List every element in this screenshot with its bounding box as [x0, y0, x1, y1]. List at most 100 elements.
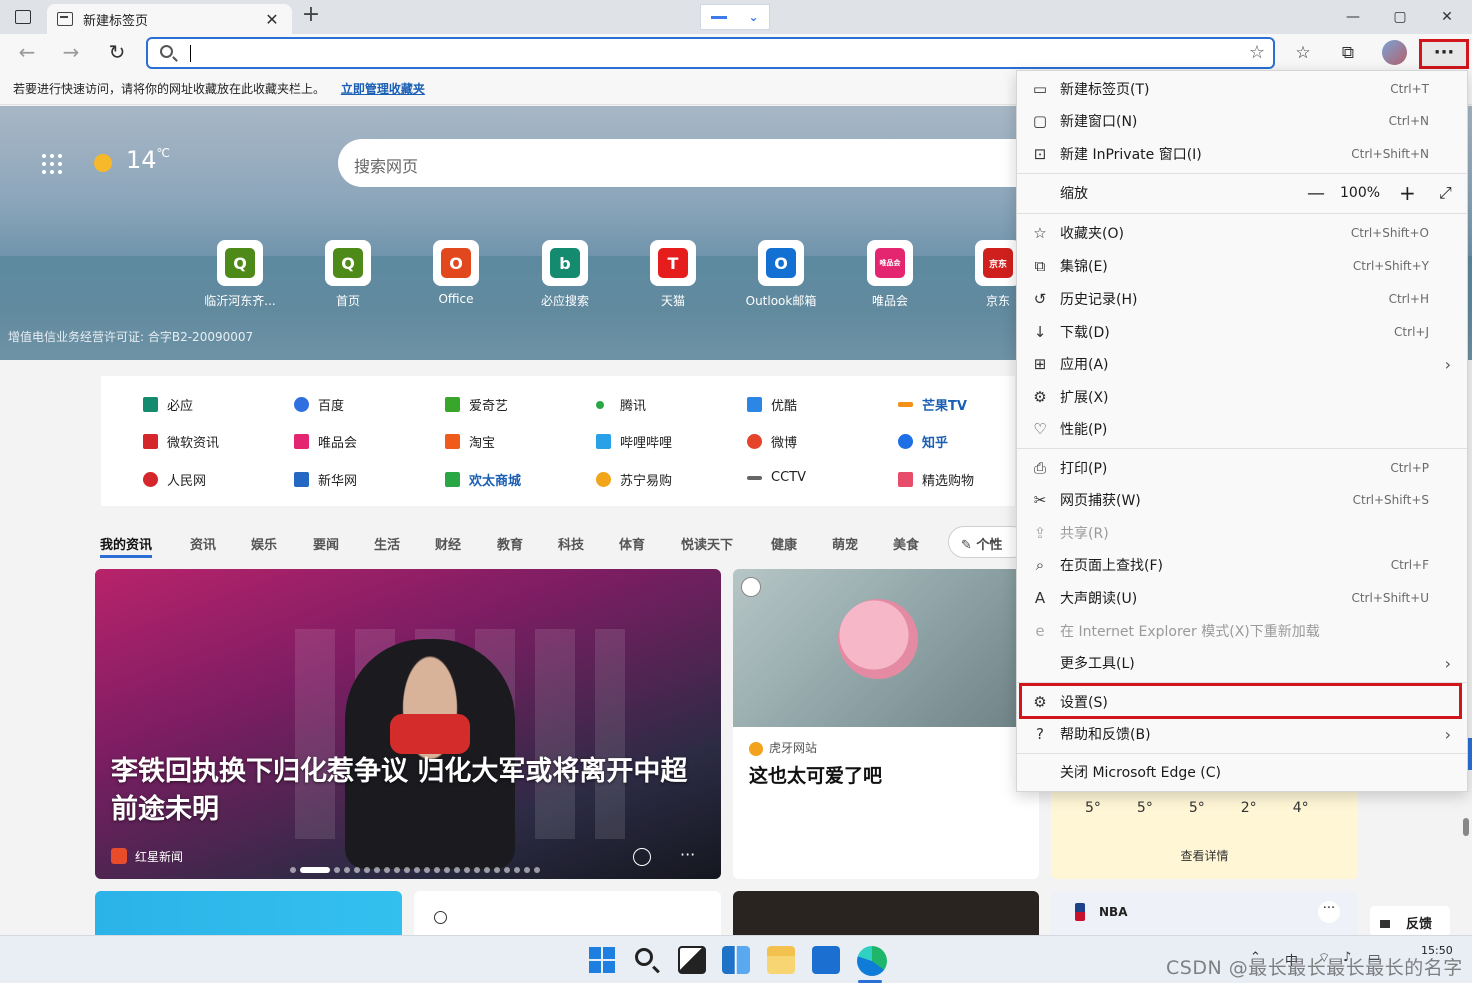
- tab-pets[interactable]: 萌宠: [832, 534, 858, 553]
- web-search-input[interactable]: 搜索网页: [338, 139, 1038, 187]
- menu-item-find-on-page[interactable]: ⌕ 在页面上查找(F) Ctrl+F: [1017, 549, 1467, 581]
- back-button[interactable]: ←: [14, 40, 40, 66]
- menu-item-print[interactable]: ⎙ 打印(P) Ctrl+P: [1017, 452, 1467, 484]
- weather-sun-icon[interactable]: [94, 154, 112, 172]
- refresh-button[interactable]: ↻: [104, 40, 130, 66]
- zoom-in-button[interactable]: +: [1399, 181, 1416, 205]
- menu-item-favorites[interactable]: ☆ 收藏夹(O) Ctrl+Shift+O: [1017, 217, 1467, 249]
- menu-item-help-feedback[interactable]: ? 帮助和反馈(B) ›: [1017, 718, 1467, 750]
- close-icon[interactable]: ✕: [262, 10, 282, 29]
- menu-item-close-edge[interactable]: 关闭 Microsoft Edge (C): [1017, 756, 1467, 788]
- menu-item-new-tab[interactable]: ▭ 新建标签页(T) Ctrl+T: [1017, 73, 1467, 105]
- site-link[interactable]: 必应: [143, 395, 193, 414]
- zoom-out-button[interactable]: —: [1307, 183, 1325, 204]
- tab-finance[interactable]: 财经: [435, 534, 461, 553]
- card-more-button[interactable]: ···: [680, 845, 695, 864]
- menu-item-extensions[interactable]: ⚙ 扩展(X): [1017, 381, 1467, 413]
- tab-sports[interactable]: 体育: [619, 534, 645, 553]
- site-link[interactable]: 爱奇艺: [445, 395, 508, 414]
- tab-actions-button[interactable]: [8, 6, 38, 28]
- maximize-button[interactable]: ▢: [1385, 6, 1415, 28]
- quick-link[interactable]: Q 首页: [293, 240, 403, 309]
- quick-link[interactable]: Q 临沂河东齐...: [185, 240, 295, 309]
- menu-item-read-aloud[interactable]: A 大声朗读(U) Ctrl+Shift+U: [1017, 582, 1467, 614]
- site-link[interactable]: 微软资讯: [143, 432, 219, 451]
- card-more-button[interactable]: ···: [1318, 901, 1340, 923]
- tab-tech[interactable]: 科技: [558, 534, 584, 553]
- site-link[interactable]: 腾讯: [596, 395, 646, 414]
- menu-item-new-window[interactable]: ▢ 新建窗口(N) Ctrl+N: [1017, 105, 1467, 137]
- start-button[interactable]: [588, 946, 616, 974]
- tab-new-tab[interactable]: 新建标签页 ✕: [47, 4, 292, 34]
- news-headline[interactable]: 李铁回执换下归化惹争议 归化大军或将离开中超前途未明: [111, 753, 711, 829]
- news-card[interactable]: [414, 891, 721, 935]
- follow-source-icon[interactable]: [633, 848, 651, 866]
- settings-and-more-button[interactable]: ···: [1419, 39, 1469, 69]
- tab-my-feed[interactable]: 我的资讯: [100, 534, 153, 558]
- forward-button[interactable]: →: [58, 40, 84, 66]
- add-favorite-icon[interactable]: ☆: [1249, 42, 1265, 63]
- menu-item-inprivate[interactable]: ⊡ 新建 InPrivate 窗口(I) Ctrl+Shift+N: [1017, 138, 1467, 170]
- site-link[interactable]: 唯品会: [294, 432, 357, 451]
- site-link[interactable]: 新华网: [294, 470, 357, 489]
- site-link[interactable]: 百度: [294, 395, 344, 414]
- quick-link[interactable]: 唯品会 唯品会: [835, 240, 945, 309]
- site-link[interactable]: 欢太商城: [445, 470, 521, 489]
- site-link[interactable]: 优酷: [747, 395, 797, 414]
- tab-news[interactable]: 资讯: [190, 534, 216, 553]
- news-card-secondary[interactable]: 虎牙网站 这也太可爱了吧: [733, 569, 1039, 879]
- task-view-button[interactable]: [678, 946, 706, 974]
- weather-details-link[interactable]: 查看详情: [1051, 847, 1358, 864]
- tab-reading[interactable]: 悦读天下: [681, 534, 733, 553]
- site-link[interactable]: 淘宝: [445, 432, 495, 451]
- menu-item-downloads[interactable]: ↓ 下载(D) Ctrl+J: [1017, 316, 1467, 348]
- ime-indicator[interactable]: ⌄: [700, 4, 770, 30]
- scrollbar-thumb[interactable]: [1463, 818, 1469, 836]
- feedback-button[interactable]: 反馈: [1370, 906, 1450, 936]
- minimize-button[interactable]: —: [1338, 6, 1368, 28]
- quick-link[interactable]: O Office: [401, 240, 511, 306]
- tab-education[interactable]: 教育: [497, 534, 523, 553]
- menu-item-apps[interactable]: ⊞ 应用(A) ›: [1017, 348, 1467, 380]
- news-title[interactable]: 这也太可爱了吧: [749, 761, 882, 788]
- address-bar[interactable]: ☆: [146, 37, 1275, 69]
- quick-link[interactable]: b 必应搜索: [510, 240, 620, 309]
- news-card[interactable]: [95, 891, 402, 935]
- fullscreen-icon[interactable]: ⤢: [1439, 183, 1452, 203]
- nba-card[interactable]: NBA ···: [1051, 891, 1358, 935]
- site-link[interactable]: 知乎: [898, 432, 948, 451]
- tab-food[interactable]: 美食: [893, 534, 919, 553]
- news-card-main[interactable]: 李铁回执换下归化惹争议 归化大军或将离开中超前途未明 红星新闻 ···: [95, 569, 721, 879]
- taskbar-search-button[interactable]: [633, 946, 661, 974]
- file-explorer-icon[interactable]: [767, 946, 795, 974]
- scrollbar[interactable]: [1462, 790, 1470, 933]
- site-link[interactable]: 人民网: [143, 470, 206, 489]
- menu-item-history[interactable]: ↺ 历史记录(H) Ctrl+H: [1017, 283, 1467, 315]
- collections-icon[interactable]: ⧉: [1333, 38, 1363, 68]
- carousel-dots[interactable]: [290, 867, 540, 873]
- menu-item-performance[interactable]: ♡ 性能(P): [1017, 413, 1467, 445]
- quick-link[interactable]: T 天猫: [618, 240, 728, 309]
- avatar[interactable]: [1382, 40, 1407, 65]
- apps-grid-icon[interactable]: [42, 154, 62, 174]
- menu-item-more-tools[interactable]: 更多工具(L) ›: [1017, 647, 1467, 679]
- edge-icon[interactable]: [857, 946, 887, 976]
- weather-temperature[interactable]: 14℃: [126, 146, 170, 174]
- site-link[interactable]: 精选购物: [898, 470, 974, 489]
- mail-icon[interactable]: [812, 946, 840, 974]
- quick-link[interactable]: O Outlook邮箱: [726, 240, 836, 309]
- site-link[interactable]: 芒果TV: [898, 395, 967, 414]
- menu-item-web-capture[interactable]: ✂ 网页捕获(W) Ctrl+Shift+S: [1017, 484, 1467, 516]
- favorites-icon[interactable]: ☆: [1288, 38, 1318, 68]
- tab-entertainment[interactable]: 娱乐: [251, 534, 277, 553]
- new-tab-button[interactable]: +: [300, 4, 322, 27]
- tab-health[interactable]: 健康: [771, 534, 797, 553]
- weather-card[interactable]: 5° 5° 5° 2° 4° 查看详情: [1051, 780, 1358, 879]
- site-link[interactable]: 苏宁易购: [596, 470, 672, 489]
- site-link[interactable]: 微博: [747, 432, 797, 451]
- news-card[interactable]: [733, 891, 1039, 935]
- site-link[interactable]: 哔哩哔哩: [596, 432, 672, 451]
- manage-favorites-link[interactable]: 立即管理收藏夹: [341, 82, 425, 96]
- site-link[interactable]: CCTV: [747, 470, 806, 485]
- menu-item-collections[interactable]: ⧉ 集锦(E) Ctrl+Shift+Y: [1017, 250, 1467, 282]
